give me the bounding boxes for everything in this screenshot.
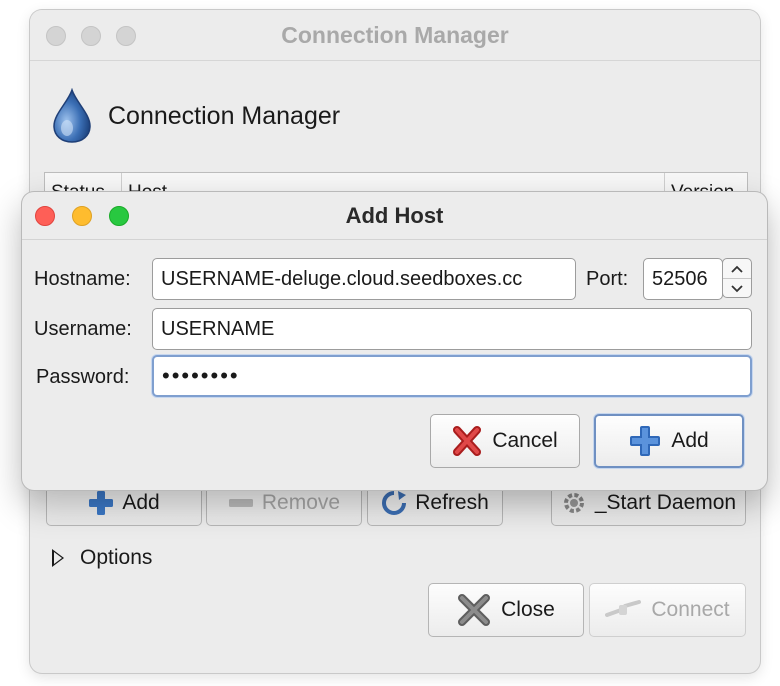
start-daemon-label: _Start Daemon: [594, 491, 737, 514]
close-icon: [458, 594, 491, 626]
plus-icon: [89, 491, 114, 515]
deluge-drop-icon: [53, 88, 91, 143]
page-header: Connection Manager: [50, 88, 340, 144]
connect-label: Connect: [651, 598, 730, 621]
plug-icon: [605, 600, 642, 617]
cancel-label: Cancel: [492, 429, 558, 452]
options-label: Options: [80, 546, 153, 569]
dialog-title: Add Host: [345, 203, 444, 228]
port-increment-button[interactable]: [723, 259, 751, 279]
hostname-field[interactable]: [152, 258, 576, 300]
refresh-label: Refresh: [415, 491, 489, 514]
cancel-button[interactable]: Cancel: [430, 414, 580, 468]
chevron-down-icon: [731, 284, 743, 292]
minus-icon: [228, 499, 253, 507]
hostname-label: Hostname:: [34, 268, 131, 290]
chevron-up-icon: [731, 265, 743, 273]
username-label: Username:: [34, 318, 132, 340]
options-expander[interactable]: Options: [52, 546, 152, 570]
remove-host-label: Remove: [261, 491, 341, 514]
port-label: Port:: [586, 268, 629, 290]
add-label: Add: [671, 429, 709, 452]
add-host-dialog: Add Host Hostname: Port: Username: Passw…: [22, 192, 767, 490]
blue-plus-icon: [630, 426, 661, 456]
refresh-icon: [382, 491, 407, 515]
password-label: Password:: [36, 366, 130, 388]
close-button[interactable]: Close: [428, 583, 584, 637]
username-field[interactable]: [152, 308, 752, 350]
connection-manager-titlebar: Connection Manager: [30, 10, 760, 61]
add-host-titlebar: Add Host: [22, 192, 767, 240]
gear-icon: [563, 493, 584, 513]
page-title: Connection Manager: [108, 101, 341, 130]
port-field[interactable]: [643, 258, 723, 300]
add-host-label: Add: [122, 491, 160, 514]
add-button[interactable]: Add: [594, 414, 744, 468]
close-label: Close: [501, 598, 555, 621]
red-x-icon: [453, 426, 482, 456]
port-decrement-button[interactable]: [723, 279, 751, 298]
port-stepper[interactable]: [722, 258, 752, 298]
connect-button[interactable]: Connect: [589, 583, 746, 637]
window-title: Connection Manager: [281, 22, 509, 48]
disclosure-triangle-icon: [52, 549, 64, 567]
password-field[interactable]: [152, 355, 752, 397]
